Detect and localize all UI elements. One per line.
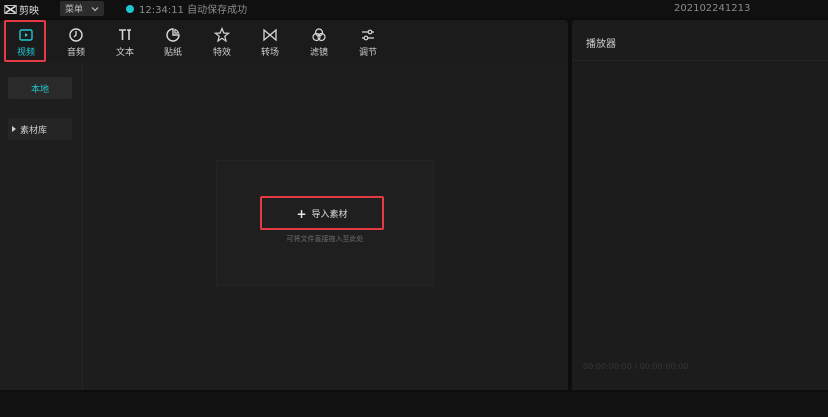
import-media-label: 导入素材 <box>311 210 348 220</box>
import-media-button[interactable]: + 导入素材 <box>263 200 381 227</box>
timeline-strip <box>0 392 828 417</box>
tab-effects-label: 特效 <box>212 48 231 58</box>
plus-icon: + <box>296 206 307 221</box>
capcut-logo-icon <box>4 4 17 14</box>
status-dot-icon <box>126 4 134 13</box>
effects-icon <box>213 26 231 44</box>
chevron-down-icon <box>91 6 99 11</box>
subnav-item-local[interactable]: 本地 <box>8 77 72 99</box>
player-divider <box>572 60 828 61</box>
tab-audio[interactable]: 音频 <box>56 23 96 61</box>
player-timecode: 00:00:00:00 / 00:00:00:00 <box>583 362 689 371</box>
tab-transition[interactable]: 转场 <box>250 23 290 61</box>
autosave-text: 12:34:11 自动保存成功 <box>139 5 248 16</box>
tab-sticker-label: 贴纸 <box>163 48 182 58</box>
drop-hint: 可将文件直接拖入至此处 <box>286 235 364 243</box>
tab-effects[interactable]: 特效 <box>202 23 242 61</box>
tab-adjust[interactable]: 调节 <box>348 23 388 61</box>
filter-icon <box>310 26 328 44</box>
tab-video[interactable]: 视频 <box>6 23 46 61</box>
tab-sticker[interactable]: 贴纸 <box>153 23 193 61</box>
menu-label: 菜单 <box>65 5 84 15</box>
media-source-nav <box>0 63 83 390</box>
tab-transition-label: 转场 <box>260 48 279 58</box>
menu-button[interactable]: 菜单 <box>60 1 104 16</box>
tab-text-label: 文本 <box>115 48 134 58</box>
tab-video-label: 视频 <box>16 48 35 58</box>
video-icon <box>17 26 35 44</box>
player-panel <box>572 20 828 390</box>
tab-filter[interactable]: 滤镜 <box>299 23 339 61</box>
transition-icon <box>261 26 279 44</box>
autosave-status: 12:34:11 自动保存成功 <box>126 1 247 16</box>
text-icon <box>116 26 134 44</box>
tab-adjust-label: 调节 <box>358 48 377 58</box>
tab-audio-label: 音频 <box>66 48 85 58</box>
subnav-item-library[interactable]: 素材库 <box>8 118 72 140</box>
app-logo: 剪映 <box>4 2 48 17</box>
subnav-library-label: 素材库 <box>20 125 48 136</box>
app-name: 剪映 <box>19 5 39 17</box>
player-title: 播放器 <box>586 39 616 50</box>
tab-text[interactable]: 文本 <box>105 23 145 61</box>
sticker-icon <box>164 26 182 44</box>
audio-icon <box>67 26 85 44</box>
tab-filter-label: 滤镜 <box>309 48 328 58</box>
caret-right-icon <box>12 126 16 132</box>
adjust-icon <box>359 26 377 44</box>
project-name: 202102241213 <box>674 3 751 14</box>
